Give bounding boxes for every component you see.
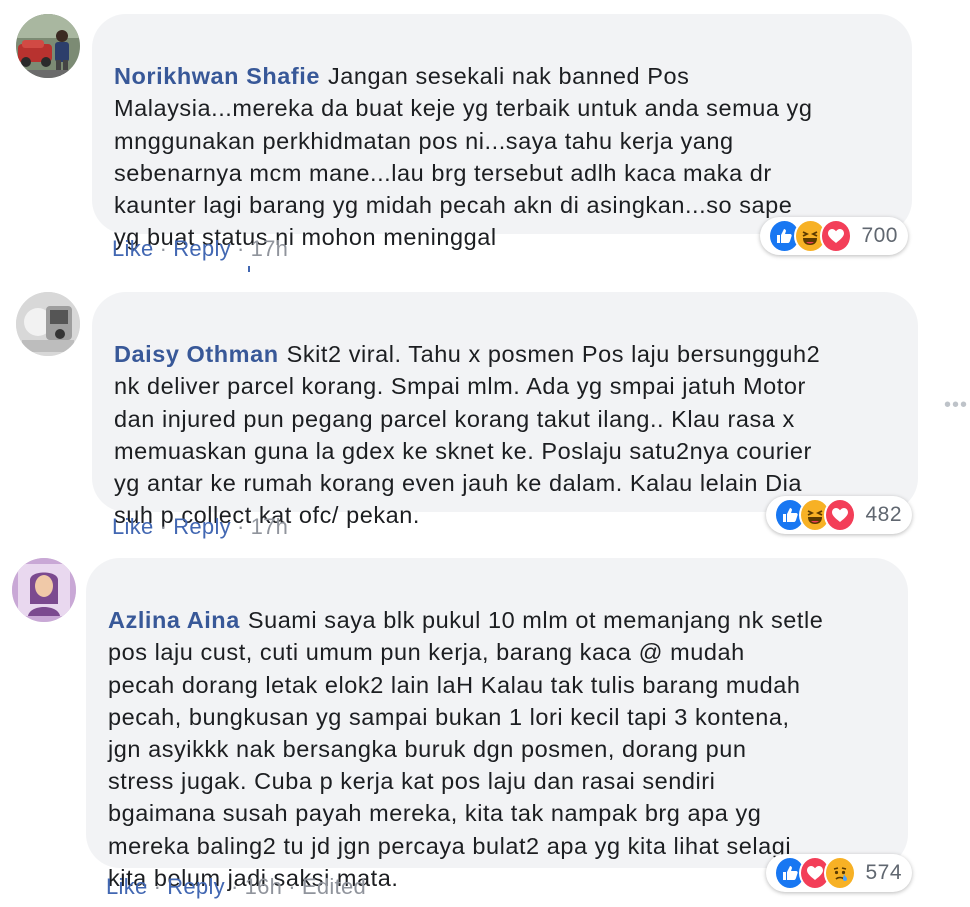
avatar[interactable] [16,292,80,356]
more-options-icon[interactable]: ••• [944,394,968,417]
separator: · [288,874,296,899]
edited-label[interactable]: Edited [302,874,366,899]
separator: · [236,514,245,539]
reply-button[interactable]: Reply [173,236,231,261]
comment-bubble: Daisy Othman Skit2 viral. Tahu x posmen P… [92,292,918,528]
reply-button[interactable]: Reply [173,514,231,539]
love-icon [819,219,853,253]
like-button[interactable]: Like [106,874,148,899]
sad-icon [824,856,857,890]
comment-author[interactable]: Daisy Othman [114,341,279,367]
reply-button[interactable]: Reply [167,874,225,899]
reaction-count: 482 [865,503,903,526]
comment-bubble: Azlina Aina Suami saya blk pukul 10 mlm o… [86,558,908,891]
love-icon [824,498,857,532]
like-button[interactable]: Like [112,514,154,539]
timestamp[interactable]: 17h [251,514,289,539]
reaction-summary[interactable]: 574 [766,854,912,892]
timestamp[interactable]: 17h [251,236,289,261]
comment-text: Skit2 viral. Tahu x posmen Pos laju bers… [114,341,821,529]
avatar[interactable] [16,14,80,78]
timestamp[interactable]: 16h [245,874,283,899]
reaction-summary[interactable]: 700 [760,217,908,255]
comment-actions: Like · Reply · 17h [112,514,288,540]
separator: · [159,236,168,261]
separator: · [159,514,168,539]
comment-bubble: Norikhwan Shafie Jangan sesekali nak bann… [92,14,912,250]
reaction-summary[interactable]: 482 [766,496,912,534]
comment-author[interactable]: Azlina Aina [108,607,240,633]
reaction-count: 700 [861,224,898,247]
separator: · [230,874,239,899]
comment-text: Jangan sesekali nak banned Pos Malaysia.… [114,63,813,251]
like-button[interactable]: Like [112,236,154,261]
divider-mark [248,266,250,272]
avatar[interactable] [12,558,76,622]
reaction-count: 574 [865,861,903,884]
comment-actions: Like · Reply · 16h · Edited [106,874,366,900]
comment-actions: Like · Reply · 17h [112,236,288,262]
separator: · [153,874,162,899]
comment-text: Suami saya blk pukul 10 mlm ot memanjang… [108,607,824,891]
comment-author[interactable]: Norikhwan Shafie [114,63,320,89]
separator: · [236,236,245,261]
